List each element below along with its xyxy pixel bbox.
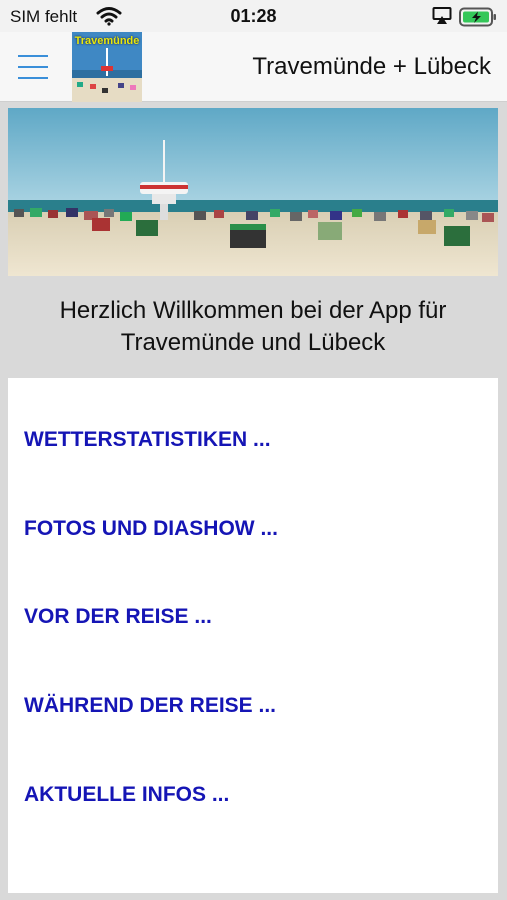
airplay-icon <box>432 6 452 31</box>
status-time: 01:28 <box>230 6 277 26</box>
logo-text: Travemünde <box>74 35 140 47</box>
menu-link-fotos-diashow[interactable]: FOTOS UND DIASHOW ... <box>24 517 278 541</box>
menu-link-vor-der-reise[interactable]: VOR DER REISE ... <box>24 605 212 629</box>
app-logo: Travemünde <box>72 32 142 102</box>
welcome-line-1: Herzlich Willkommen bei der App für <box>59 297 447 324</box>
status-bar: SIM fehlt 01:28 <box>0 0 507 32</box>
menu-card: WETTERSTATISTIKEN ... FOTOS UND DIASHOW … <box>8 378 498 893</box>
nav-bar: Travemünde Travemünde + Lübeck <box>0 32 507 102</box>
page-title: Travemünde + Lübeck <box>252 53 491 80</box>
hamburger-menu-icon[interactable] <box>18 52 48 82</box>
welcome-text: Herzlich Willkommen bei der App für Trav… <box>8 295 498 359</box>
battery-charging-icon <box>459 7 497 32</box>
welcome-line-2: Travemünde und Lübeck <box>120 329 386 356</box>
menu-link-wetterstatistiken[interactable]: WETTERSTATISTIKEN ... <box>24 428 271 452</box>
menu-link-waehrend-der-reise[interactable]: WÄHREND DER REISE ... <box>24 694 276 718</box>
menu-link-aktuelle-infos[interactable]: AKTUELLE INFOS ... <box>24 783 229 807</box>
hero-beach-image <box>8 108 498 276</box>
